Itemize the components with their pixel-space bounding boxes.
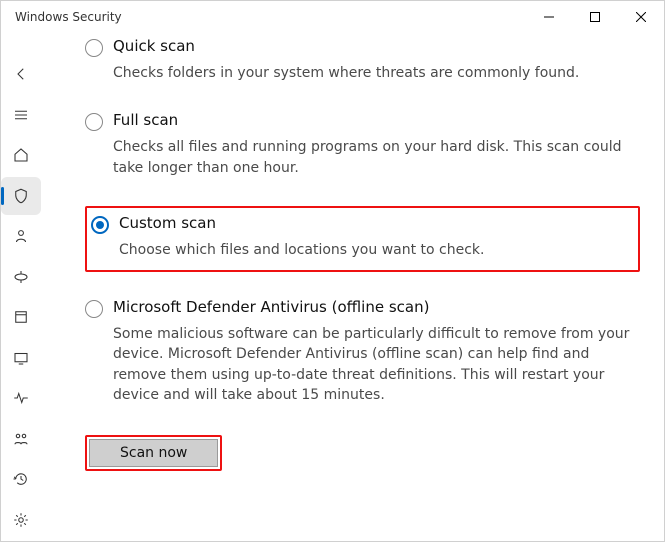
settings-icon[interactable] (1, 501, 41, 540)
window-title: Windows Security (15, 10, 122, 24)
option-description: Checks folders in your system where thre… (113, 63, 640, 83)
option-custom-scan[interactable]: Custom scan Choose which files and locat… (91, 214, 630, 260)
option-title: Quick scan (113, 37, 640, 55)
option-title: Full scan (113, 111, 640, 129)
app-browser-icon[interactable] (1, 298, 41, 337)
device-security-icon[interactable] (1, 339, 41, 378)
option-description: Some malicious software can be particula… (113, 324, 640, 405)
firewall-icon[interactable] (1, 258, 41, 297)
hamburger-menu-icon[interactable] (1, 96, 41, 135)
sidebar (1, 33, 41, 541)
titlebar: Windows Security (1, 1, 664, 33)
scan-now-button[interactable]: Scan now (89, 439, 218, 467)
option-quick-scan[interactable]: Quick scan Checks folders in your system… (85, 37, 640, 83)
radio-custom-scan[interactable] (91, 216, 109, 234)
option-offline-scan[interactable]: Microsoft Defender Antivirus (offline sc… (85, 298, 640, 405)
minimize-button[interactable] (526, 1, 572, 33)
main-content: Quick scan Checks folders in your system… (41, 33, 664, 541)
option-title: Microsoft Defender Antivirus (offline sc… (113, 298, 640, 316)
account-icon[interactable] (1, 217, 41, 256)
maximize-button[interactable] (572, 1, 618, 33)
radio-quick-scan[interactable] (85, 39, 103, 57)
option-title: Custom scan (119, 214, 630, 232)
close-button[interactable] (618, 1, 664, 33)
home-icon[interactable] (1, 136, 41, 175)
highlight-custom-scan: Custom scan Choose which files and locat… (85, 206, 640, 272)
option-full-scan[interactable]: Full scan Checks all files and running p… (85, 111, 640, 178)
radio-offline-scan[interactable] (85, 300, 103, 318)
family-icon[interactable] (1, 420, 41, 459)
highlight-scan-now: Scan now (85, 435, 222, 471)
option-description: Choose which files and locations you wan… (119, 240, 630, 260)
shield-icon[interactable] (1, 177, 41, 216)
option-description: Checks all files and running programs on… (113, 137, 640, 178)
back-button[interactable] (1, 55, 41, 94)
device-performance-icon[interactable] (1, 379, 41, 418)
radio-full-scan[interactable] (85, 113, 103, 131)
history-icon[interactable] (1, 460, 41, 499)
